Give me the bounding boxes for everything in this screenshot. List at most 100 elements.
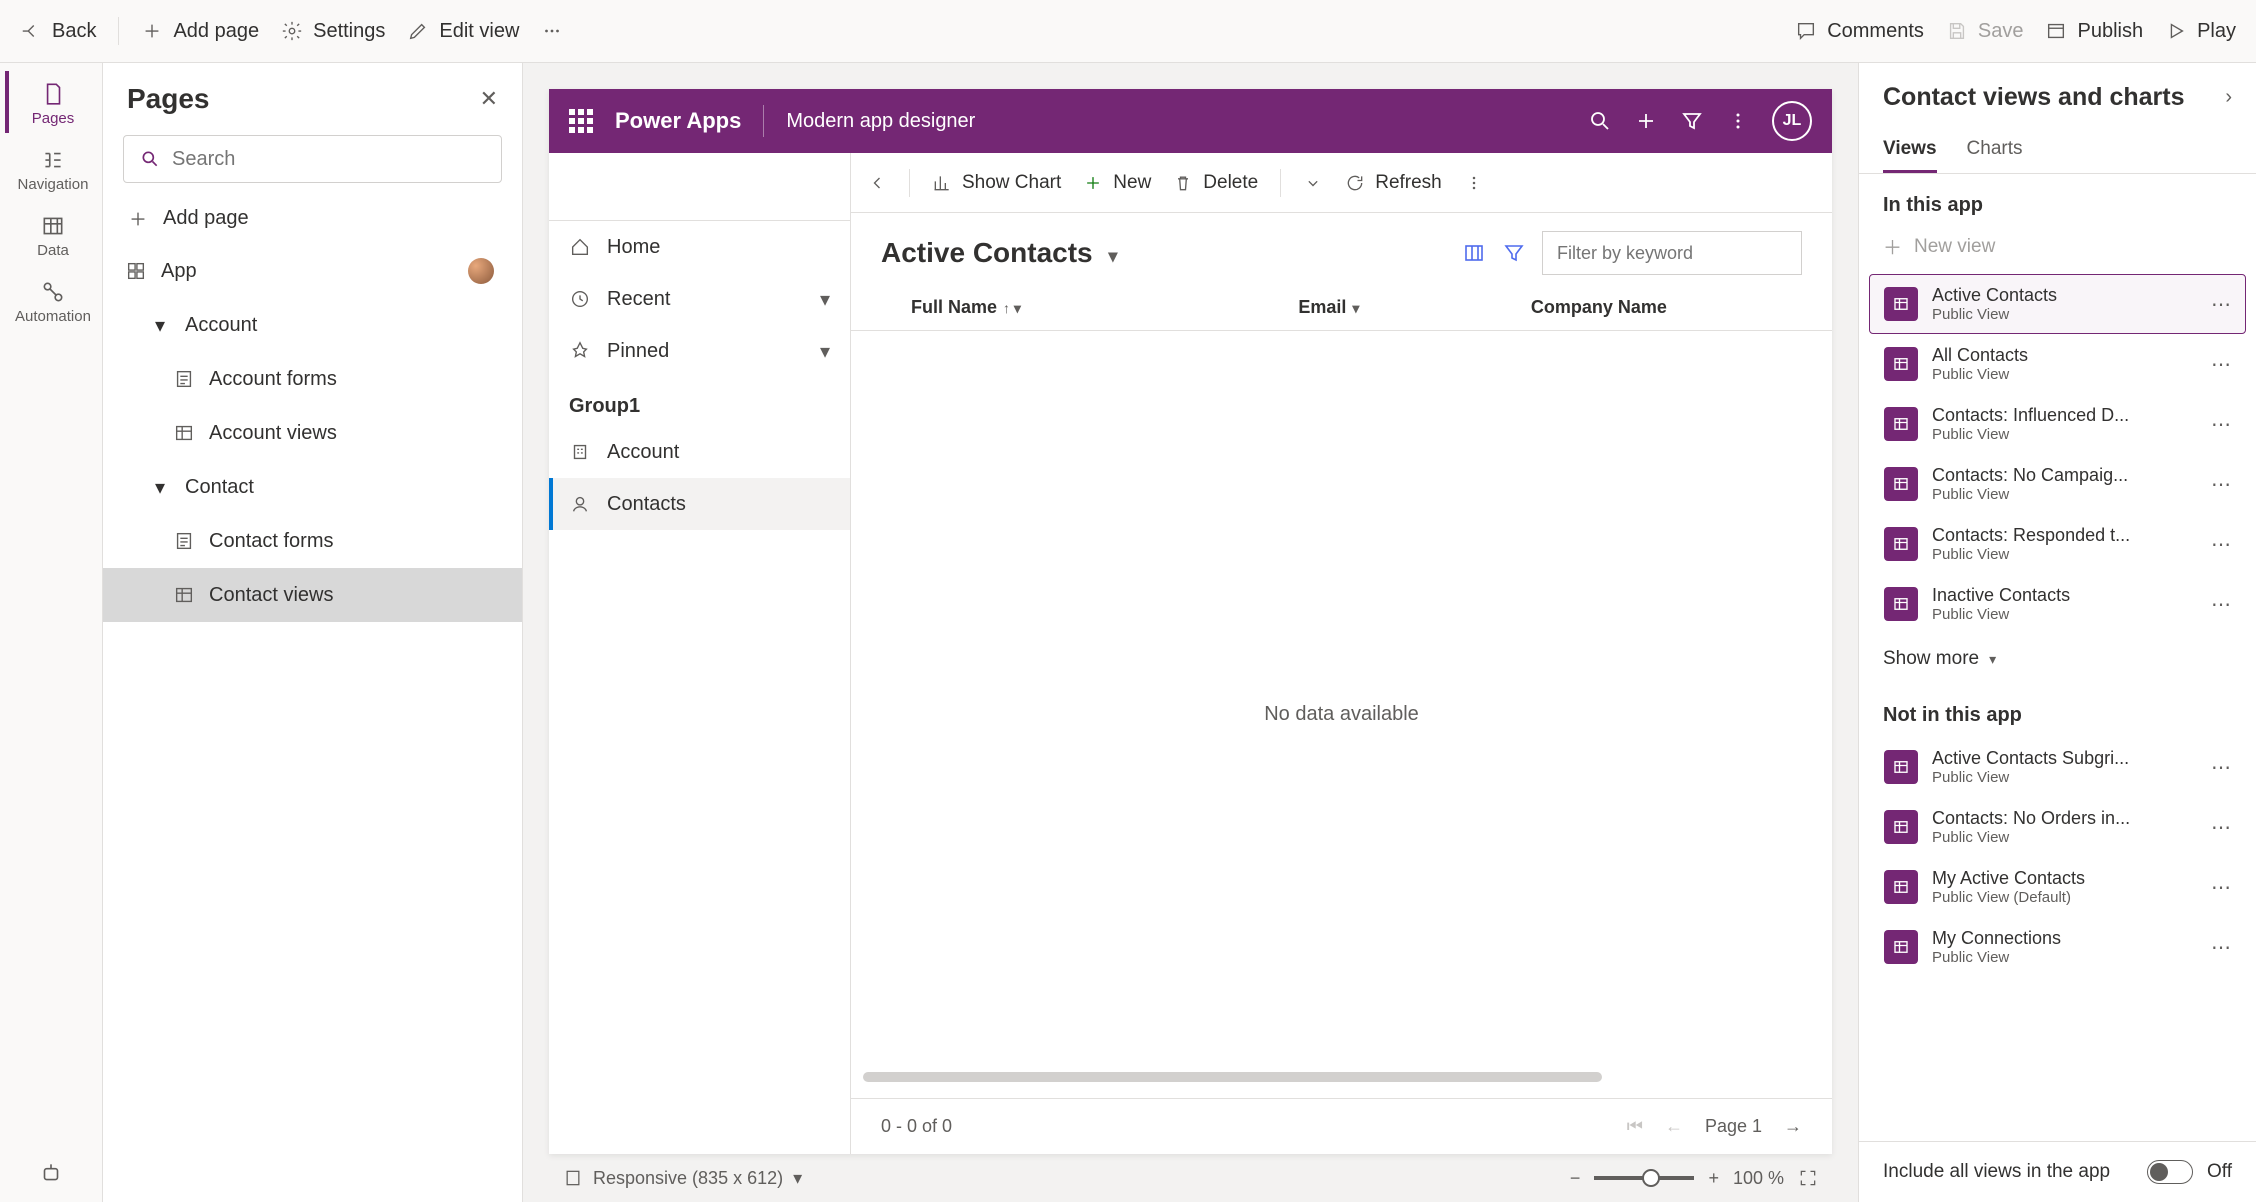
rail-bot-button[interactable] <box>22 1144 80 1202</box>
cmd-show-chart-label: Show Chart <box>962 172 1061 194</box>
in-app-item[interactable]: Contacts: Influenced D... Public View ⋯ <box>1869 394 2246 454</box>
pages-search-input[interactable] <box>172 148 485 171</box>
rail-data[interactable]: Data <box>5 203 97 265</box>
nav-account[interactable]: Account <box>549 426 850 478</box>
view-more-button[interactable]: ⋯ <box>2211 412 2231 437</box>
nav-contacts[interactable]: Contacts <box>549 478 850 530</box>
view-more-button[interactable]: ⋯ <box>2211 935 2231 960</box>
in-app-item[interactable]: Active Contacts Public View ⋯ <box>1869 274 2246 334</box>
nav-pinned[interactable]: Pinned ▾ <box>549 325 850 377</box>
edit-columns-button[interactable] <box>1462 241 1486 265</box>
tab-charts[interactable]: Charts <box>1967 130 2023 173</box>
tree-account[interactable]: ▾ Account <box>103 298 522 352</box>
tab-views[interactable]: Views <box>1883 130 1937 173</box>
view-more-button[interactable]: ⋯ <box>2211 755 2231 780</box>
page-next[interactable]: → <box>1784 1116 1802 1137</box>
view-more-button[interactable]: ⋯ <box>2211 292 2231 317</box>
add-page-button[interactable]: Add page <box>141 20 259 43</box>
new-view-button[interactable]: ＋ New view <box>1859 227 2256 274</box>
cmd-split-chevron[interactable] <box>1303 173 1323 193</box>
chevron-down-icon: ▾ <box>149 313 171 338</box>
cmd-delete[interactable]: Delete <box>1173 172 1258 194</box>
zoom-slider[interactable] <box>1594 1176 1694 1180</box>
view-icon <box>1884 810 1918 844</box>
page-label: Page 1 <box>1705 1116 1762 1137</box>
tree-app[interactable]: App <box>103 244 522 298</box>
tree-account-views[interactable]: Account views <box>103 406 522 460</box>
in-app-item[interactable]: All Contacts Public View ⋯ <box>1869 334 2246 394</box>
nav-recent[interactable]: Recent ▾ <box>549 273 850 325</box>
view-name: Contacts: Responded t... <box>1932 525 2197 546</box>
not-in-app-item[interactable]: Active Contacts Subgri... Public View ⋯ <box>1869 737 2246 797</box>
cmd-more[interactable] <box>1464 173 1484 193</box>
plus-icon <box>1083 173 1103 193</box>
not-in-app-item[interactable]: My Active Contacts Public View (Default)… <box>1869 857 2246 917</box>
rail-pages[interactable]: Pages <box>5 71 97 133</box>
app-launcher[interactable] <box>569 109 593 133</box>
header-more[interactable] <box>1726 109 1750 133</box>
filter-button[interactable] <box>1502 241 1526 265</box>
table-icon <box>40 213 66 239</box>
view-more-button[interactable]: ⋯ <box>2211 352 2231 377</box>
pages-search[interactable] <box>123 135 502 183</box>
header-add[interactable] <box>1634 109 1658 133</box>
header-search[interactable] <box>1588 109 1612 133</box>
view-more-button[interactable]: ⋯ <box>2211 532 2231 557</box>
page-prev[interactable]: ← <box>1665 1116 1683 1137</box>
fit-button[interactable] <box>1798 1168 1818 1188</box>
tree-contact-forms[interactable]: Contact forms <box>103 514 522 568</box>
user-avatar[interactable]: JL <box>1772 101 1812 141</box>
view-name: Active Contacts <box>1932 285 2197 306</box>
collapse-right-panel[interactable]: › <box>2225 86 2232 109</box>
in-app-item[interactable]: Inactive Contacts Public View ⋯ <box>1869 574 2246 634</box>
horizontal-scrollbar[interactable] <box>863 1072 1602 1082</box>
filter-input[interactable] <box>1557 243 1789 264</box>
rail-data-label: Data <box>37 242 69 259</box>
page-first[interactable]: ⏮ <box>1627 1116 1643 1137</box>
header-filter[interactable] <box>1680 109 1704 133</box>
nav-home[interactable]: Home <box>549 221 850 273</box>
col-email[interactable]: Email▾ <box>1298 297 1530 318</box>
rail-automation[interactable]: Automation <box>5 269 97 331</box>
close-pages-button[interactable]: ✕ <box>480 86 498 112</box>
overflow-button[interactable] <box>541 20 563 42</box>
view-more-button[interactable]: ⋯ <box>2211 875 2231 900</box>
settings-button[interactable]: Settings <box>281 20 385 43</box>
view-more-button[interactable]: ⋯ <box>2211 472 2231 497</box>
show-more-button[interactable]: Show more ▾ <box>1859 634 2256 684</box>
in-app-item[interactable]: Contacts: Responded t... Public View ⋯ <box>1869 514 2246 574</box>
filter-input-wrap[interactable] <box>1542 231 1802 275</box>
view-more-button[interactable]: ⋯ <box>2211 592 2231 617</box>
col-company[interactable]: Company Name <box>1531 297 1802 318</box>
view-more-button[interactable]: ⋯ <box>2211 815 2231 840</box>
back-button[interactable]: Back <box>20 20 96 43</box>
not-in-app-item[interactable]: Contacts: No Orders in... Public View ⋯ <box>1869 797 2246 857</box>
tree-account-views-label: Account views <box>209 422 337 445</box>
cmd-new[interactable]: New <box>1083 172 1151 194</box>
cmd-back[interactable] <box>867 173 887 193</box>
tree-contact[interactable]: ▾ Contact <box>103 460 522 514</box>
tree-contact-views[interactable]: Contact views <box>103 568 522 622</box>
save-button[interactable]: Save <box>1946 20 2024 43</box>
cmd-show-chart[interactable]: Show Chart <box>932 172 1061 194</box>
in-app-item[interactable]: Contacts: No Campaig... Public View ⋯ <box>1869 454 2246 514</box>
col-full-name[interactable]: Full Name↑ ▾ <box>881 297 1298 318</box>
rail-navigation[interactable]: Navigation <box>5 137 97 199</box>
include-all-toggle[interactable] <box>2147 1160 2193 1184</box>
edit-view-button[interactable]: Edit view <box>407 20 519 43</box>
responsive-chevron[interactable]: ▾ <box>793 1168 802 1189</box>
publish-button[interactable]: Publish <box>2045 20 2143 43</box>
not-in-app-item[interactable]: My Connections Public View ⋯ <box>1869 917 2246 977</box>
comments-button[interactable]: Comments <box>1795 20 1924 43</box>
view-sub: Public View <box>1932 546 2197 563</box>
zoom-in[interactable]: + <box>1708 1168 1719 1189</box>
view-name: My Active Contacts <box>1932 868 2197 889</box>
view-sub: Public View <box>1932 366 2197 383</box>
zoom-out[interactable]: − <box>1570 1168 1581 1189</box>
view-selector[interactable]: Active Contacts ▾ <box>881 237 1117 269</box>
responsive-label: Responsive (835 x 612) <box>593 1168 783 1189</box>
tree-account-forms[interactable]: Account forms <box>103 352 522 406</box>
pages-add-button[interactable]: Add page <box>103 193 522 244</box>
cmd-refresh[interactable]: Refresh <box>1345 172 1442 194</box>
play-button[interactable]: Play <box>2165 20 2236 43</box>
